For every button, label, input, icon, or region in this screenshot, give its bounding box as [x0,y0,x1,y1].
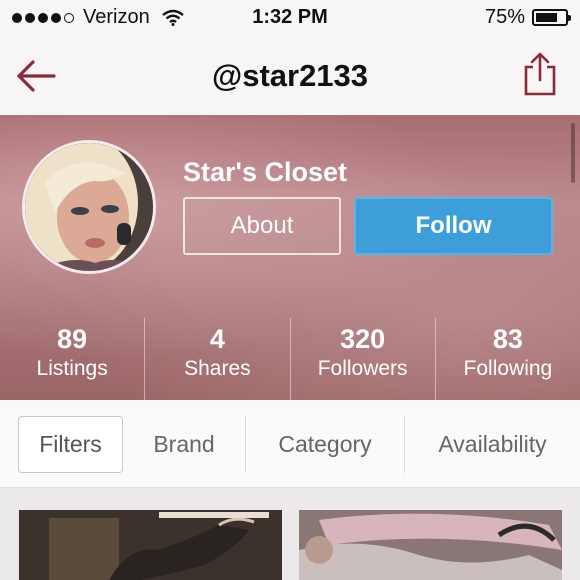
filter-tab-availability[interactable]: Availability [405,416,580,473]
closet-name: Star's Closet [183,157,347,187]
share-button[interactable] [520,50,560,98]
stat-value: 320 [340,324,386,354]
nav-bar: @star2133 [0,38,580,115]
avatar[interactable] [22,140,156,274]
filters-button[interactable]: Filters [18,416,123,473]
stat-label: Following [463,357,553,380]
stat-value: 89 [57,324,88,354]
filter-bar: Filters Brand Category Availability [0,400,580,488]
profile-stats: 89 Listings 4 Shares 320 Followers 83 Fo… [0,318,580,400]
listing-thumbnail[interactable] [299,510,562,580]
stat-following[interactable]: 83 Following [436,318,580,400]
battery-level [536,13,557,22]
stat-label: Shares [184,357,251,380]
listings-grid [0,488,580,580]
scroll-indicator[interactable] [571,123,575,183]
stat-label: Listings [36,357,108,380]
status-bar: Verizon 1:32 PM 75% [0,0,580,38]
stat-shares[interactable]: 4 Shares [145,318,291,400]
filter-tab-category[interactable]: Category [246,416,404,473]
filter-tab-brand[interactable]: Brand [123,416,245,473]
stat-listings[interactable]: 89 Listings [0,318,146,400]
stat-label: Followers [317,357,408,380]
battery-info: 75% [484,6,571,29]
about-button[interactable]: About [183,197,341,255]
stat-followers[interactable]: 320 Followers [291,318,436,400]
stat-value: 83 [492,324,523,354]
page-title: @star2133 [211,58,369,93]
follow-button[interactable]: Follow [354,197,553,255]
battery-icon [532,9,571,26]
battery-percent: 75% [484,6,525,28]
avatar-photo [25,143,153,271]
stat-value: 4 [209,324,225,354]
share-icon [524,52,556,96]
listing-photo [19,510,282,580]
listing-photo [299,510,562,580]
listing-thumbnail[interactable] [19,510,282,580]
profile-header: Star's Closet About Follow 89 Listings 4… [0,115,580,400]
